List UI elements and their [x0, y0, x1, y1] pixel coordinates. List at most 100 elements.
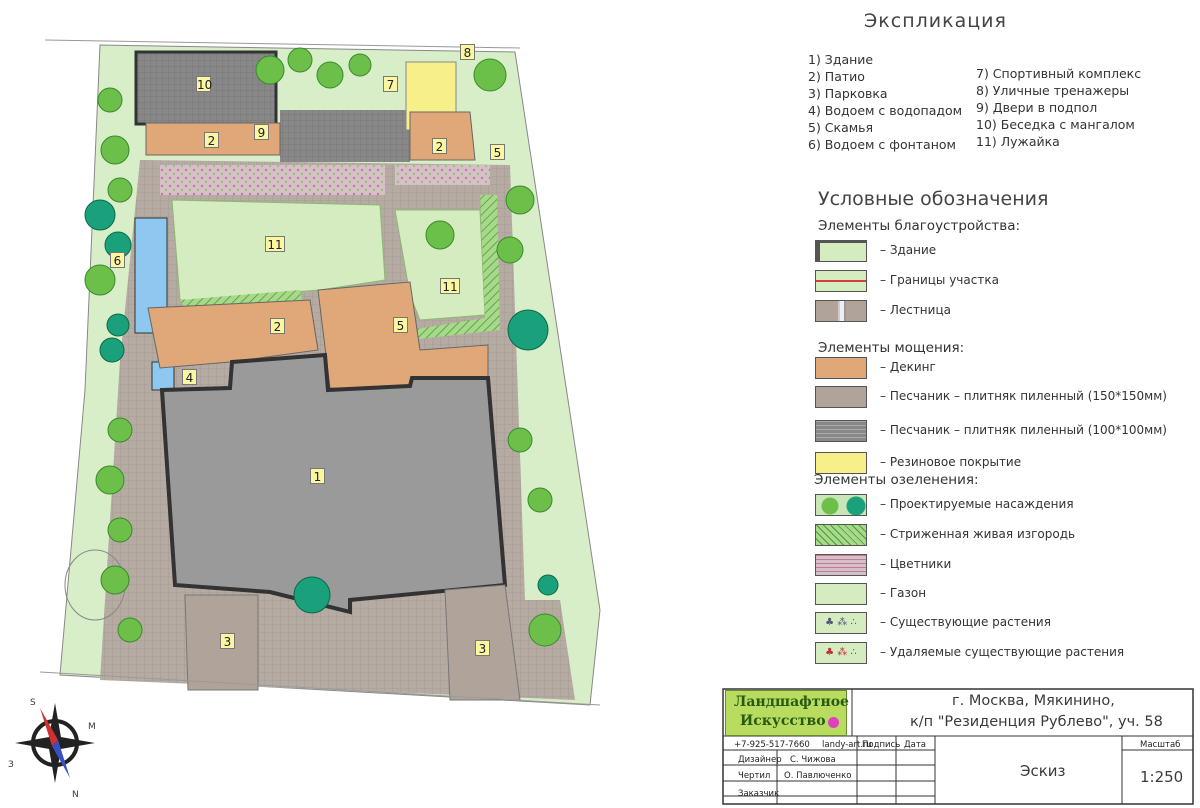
legend-label-removed: – Удаляемые существующие растения: [880, 645, 1125, 659]
conifer: [293, 576, 331, 614]
tree: [107, 417, 133, 443]
legend-section-title: Элементы озеленения:: [814, 472, 979, 488]
house-1: [159, 352, 508, 615]
tree: [84, 264, 116, 296]
tree: [107, 177, 133, 203]
legend-swatch-building: [815, 240, 867, 262]
explication-item: 11) Лужайка: [976, 134, 1060, 149]
logo-line2: Искусство: [740, 713, 826, 729]
address-line2: к/п "Резиденция Рублево", уч. 58: [910, 714, 1163, 730]
conifer: [84, 199, 116, 231]
explication-item: 4) Водоем с водопадом: [808, 103, 963, 118]
designer-label: Дизайнер: [738, 755, 782, 765]
flowerbed-top: [160, 165, 385, 195]
tree: [505, 185, 535, 215]
plan-number-3: 3: [220, 633, 235, 649]
tree: [107, 517, 133, 543]
legend-swatch-boundary: [815, 270, 867, 292]
client-label: Заказчик: [738, 789, 780, 799]
explication-item: 7) Спортивный комплекс: [976, 66, 1142, 81]
plan-number-5: 5: [490, 144, 505, 160]
plan-number-1: 1: [310, 468, 325, 484]
phone: +7-925-517-7660: [734, 740, 810, 750]
conifer: [106, 313, 130, 337]
compass-east: M: [88, 722, 96, 732]
scale-label: Масштаб: [1140, 740, 1181, 750]
legend-section-title: Элементы мощения:: [818, 340, 965, 356]
legend-label-decking: – Декинг: [880, 360, 936, 374]
conifer: [537, 574, 559, 596]
tree: [255, 55, 285, 85]
drafter-name: О. Павлюченко: [784, 771, 852, 781]
plan-number-11: 11: [440, 278, 460, 294]
logo-line1: Ландшафтное: [734, 694, 849, 710]
tree: [528, 613, 562, 647]
legend-label-lawn: – Газон: [880, 586, 927, 600]
legend-swatch-sand100: [815, 420, 867, 442]
sheet-name: Эскиз: [1020, 762, 1066, 780]
explication-title: Экспликация: [864, 10, 1007, 32]
legend-swatch-hedge: [815, 524, 867, 546]
plan-number-8: 8: [460, 44, 475, 60]
tree: [496, 236, 524, 264]
compass-south: S: [30, 698, 36, 708]
drafter-label: Чертил: [738, 771, 771, 781]
tree: [507, 427, 533, 453]
col-date: Дата: [904, 740, 927, 750]
tree: [287, 47, 313, 73]
conifer: [99, 337, 125, 363]
explication-item: 6) Водоем с фонтаном: [808, 137, 956, 152]
address-line1: г. Москва, Мякинино,: [952, 693, 1115, 709]
compass-north: N: [72, 790, 79, 800]
plan-number-6: 6: [110, 252, 125, 268]
logo-dot: [828, 717, 839, 728]
tree: [348, 53, 372, 77]
tree: [473, 58, 507, 92]
company-logo: Ландшафтное Искусство: [725, 690, 849, 736]
legend-section-title: Элементы благоустройства:: [818, 218, 1021, 234]
plan-number-9: 9: [254, 124, 269, 140]
plan-number-3: 3: [475, 640, 490, 656]
plan-number-7: 7: [383, 76, 398, 92]
explication-item: 9) Двери в подпол: [976, 100, 1098, 115]
legend-swatch-removed: ♣ ⁂ ∴: [815, 642, 867, 664]
legend-swatch-rubber: [815, 452, 867, 474]
legend-swatch-existing: ♣ ⁂ ∴: [815, 612, 867, 634]
tree: [316, 61, 344, 89]
explication-item: 8) Уличные тренажеры: [976, 83, 1130, 98]
plan-number-11: 11: [265, 236, 285, 252]
tree: [527, 487, 553, 513]
tree: [97, 87, 123, 113]
plan-number-2: 2: [270, 318, 285, 334]
plan-number-4: 4: [182, 369, 197, 385]
explication-item: 10) Беседка с мангалом: [976, 117, 1135, 132]
site-plan: [39, 39, 601, 706]
legend-swatch-flowers: [815, 554, 867, 576]
legend-title: Условные обозначения: [818, 188, 1049, 210]
plan-number-10: 10: [196, 76, 213, 92]
tree: [95, 465, 125, 495]
explication-item: 3) Парковка: [808, 86, 888, 101]
explication-item: 2) Патио: [808, 69, 865, 84]
drawing-sheet: 10 7 8 2 9 2 5 11 11 6 2 5 4 1 3 3 Экспл…: [0, 0, 1200, 808]
plan-number-5: 5: [393, 317, 408, 333]
tree: [100, 565, 130, 595]
tree: [425, 220, 455, 250]
legend-swatch-lawn: [815, 583, 867, 605]
designer-name: С. Чижова: [790, 755, 836, 765]
compass-rose: [15, 703, 95, 783]
explication-item: 5) Скамья: [808, 120, 874, 135]
flowerbed-top-right: [395, 165, 490, 185]
legend-label-building: – Здание: [880, 243, 937, 257]
legend-label-stairs: – Лестница: [880, 303, 951, 317]
legend-label-sand100: – Песчаник – плитняк пиленный (100*100мм…: [880, 423, 1167, 437]
legend-label-plants: – Проектируемые насаждения: [880, 497, 1074, 511]
courtyard-paving: [280, 110, 410, 162]
tree: [117, 617, 143, 643]
plan-number-2: 2: [204, 132, 219, 148]
plan-number-2: 2: [432, 138, 447, 154]
conifer: [507, 309, 549, 351]
legend-label-existing: – Существующие растения: [880, 615, 1051, 629]
legend-label-flowers: – Цветники: [880, 557, 952, 571]
legend-swatch-decking: [815, 357, 867, 379]
